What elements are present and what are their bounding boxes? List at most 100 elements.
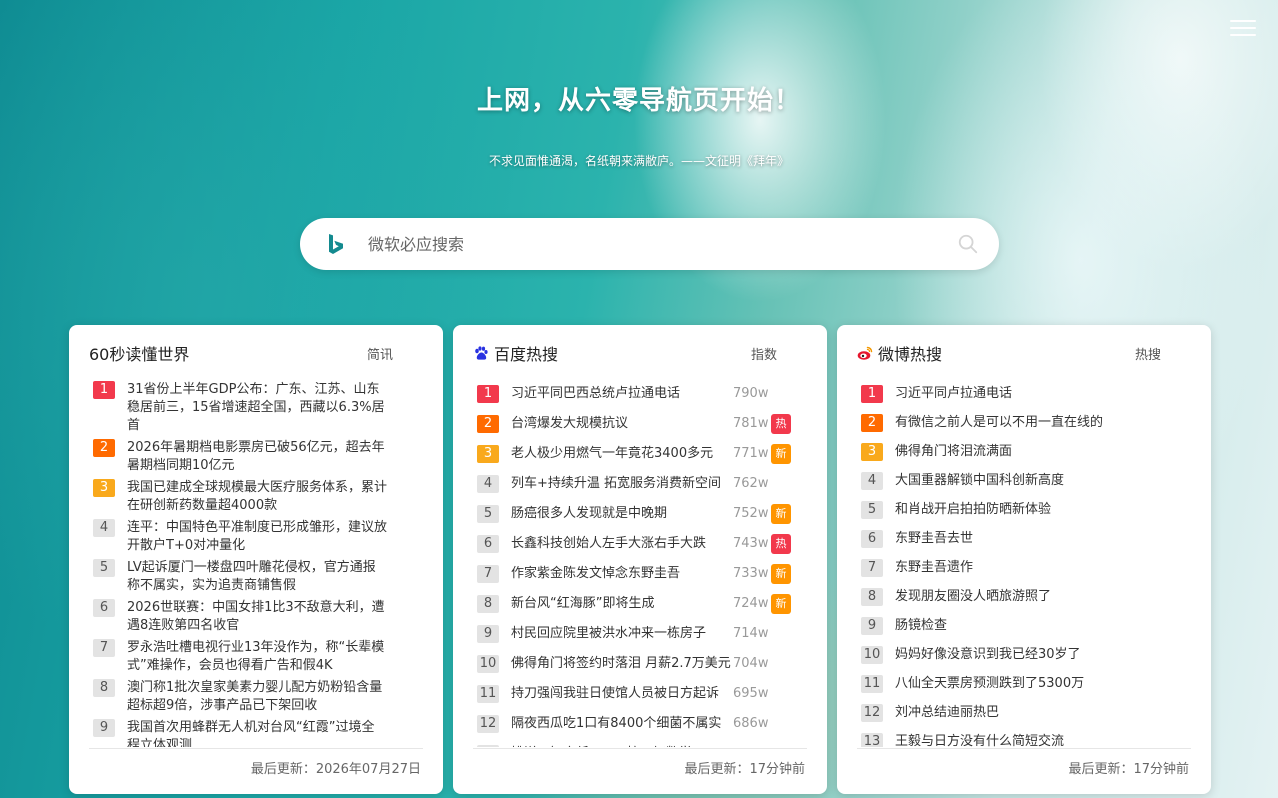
- rank-badge: 8: [93, 679, 115, 697]
- item-title[interactable]: 31省份上半年GDP公布：广东、江苏、山东稳居前三，15省增速超全国，西藏以6.…: [127, 381, 387, 435]
- list-item[interactable]: 1 习近平同卢拉通电话: [857, 379, 1191, 408]
- item-title[interactable]: 姚洋：智商低于150搞不好数学: [511, 745, 733, 748]
- list-item[interactable]: 7 东野圭吾遗作: [857, 553, 1191, 582]
- list-item[interactable]: 5 LV起诉厦门一楼盘四叶雕花侵权，官方通报称不属实，实为追责商铺售假: [89, 557, 423, 597]
- hero-quote: 不求见面惟通渴，名纸朝来满敝庐。——文征明《拜年》: [488, 154, 789, 168]
- item-title[interactable]: 刘冲总结迪丽热巴: [895, 704, 1191, 722]
- item-title[interactable]: 肠癌很多人发现就是中晚期: [511, 505, 733, 523]
- rank-badge: 10: [477, 654, 499, 673]
- heat-value: 686w: [733, 715, 769, 731]
- list-item[interactable]: 5 和肖战开启拍拍防晒新体验: [857, 495, 1191, 524]
- item-title[interactable]: 持刀强闯我驻日使馆人员被日方起诉: [511, 685, 733, 703]
- item-title[interactable]: 隔夜西瓜吃1口有8400个细菌不属实: [511, 715, 733, 733]
- item-title[interactable]: 村民回应院里被洪水冲来一栋房子: [511, 625, 733, 643]
- card-header: 微博热搜 热搜: [857, 325, 1191, 377]
- item-title[interactable]: 罗永浩吐槽电视行业13年没作为，称“长辈模式”难操作，会员也得看广告和假4K: [127, 639, 387, 675]
- item-title[interactable]: 肠镜检查: [895, 617, 1191, 635]
- item-title[interactable]: 我国首次用蜂群无人机对台风“红霞”过境全程立体观测: [127, 719, 387, 747]
- list-item[interactable]: 6 东野圭吾去世: [857, 524, 1191, 553]
- list-item[interactable]: 9 村民回应院里被洪水冲来一栋房子 714w: [473, 619, 807, 649]
- item-title[interactable]: 习近平同卢拉通电话: [895, 385, 1191, 403]
- item-title[interactable]: 长鑫科技创始人左手大涨右手大跌: [511, 535, 733, 553]
- list-item[interactable]: 3 我国已建成全球规模最大医疗服务体系，累计在研创新药数量超4000款: [89, 477, 423, 517]
- rank-badge: 13: [477, 744, 499, 747]
- item-title[interactable]: 大国重器解锁中国科创新高度: [895, 472, 1191, 490]
- heat-value: 704w: [733, 655, 769, 671]
- search-input[interactable]: [368, 234, 947, 254]
- weibo-tag[interactable]: 热搜: [1135, 344, 1161, 363]
- list-item[interactable]: 8 发现朋友圈没人晒旅游照了: [857, 582, 1191, 611]
- rank-badge: 8: [477, 594, 499, 613]
- rank-badge: 7: [93, 639, 115, 657]
- list-item[interactable]: 12 隔夜西瓜吃1口有8400个细菌不属实 686w: [473, 709, 807, 739]
- list-item[interactable]: 8 新台风“红海豚”即将生成 724w 新: [473, 589, 807, 619]
- item-title[interactable]: 佛得角门将泪流满面: [895, 443, 1191, 461]
- news-title: 60秒读懂世界: [89, 345, 190, 364]
- list-item[interactable]: 4 列车+持续升温 拓宽服务消费新空间 762w: [473, 469, 807, 499]
- item-title[interactable]: 老人极少用燃气一年竟花3400多元: [511, 445, 733, 463]
- list-item[interactable]: 2 2026年暑期档电影票房已破56亿元，超去年暑期档同期10亿元: [89, 437, 423, 477]
- list-item[interactable]: 10 妈妈好像没意识到我已经30岁了: [857, 640, 1191, 669]
- item-title[interactable]: 发现朋友圈没人晒旅游照了: [895, 588, 1191, 606]
- list-item[interactable]: 3 老人极少用燃气一年竟花3400多元 771w 新: [473, 439, 807, 469]
- new-badge: 新: [771, 593, 791, 614]
- news-footer: 最后更新：2026年07月27日: [89, 748, 423, 794]
- item-title[interactable]: 作家紫金陈发文悼念东野圭吾: [511, 565, 733, 583]
- item-title[interactable]: 和肖战开启拍拍防晒新体验: [895, 501, 1191, 519]
- rank-badge: 11: [477, 684, 499, 703]
- item-title[interactable]: 台湾爆发大规模抗议: [511, 415, 733, 433]
- list-item[interactable]: 7 罗永浩吐槽电视行业13年没作为，称“长辈模式”难操作，会员也得看广告和假4K: [89, 637, 423, 677]
- list-item[interactable]: 8 澳门称1批次皇家美素力婴儿配方奶粉铅含量超标超9倍，涉事产品已下架回收: [89, 677, 423, 717]
- list-item[interactable]: 1 习近平同巴西总统卢拉通电话 790w: [473, 379, 807, 409]
- search-icon[interactable]: [957, 233, 979, 255]
- news-card: 60秒读懂世界 简讯 1 31省份上半年GDP公布：广东、江苏、山东稳居前三，15…: [69, 325, 443, 794]
- list-item[interactable]: 4 连平：中国特色平准制度已形成雏形，建议放开散户T+0对冲量化: [89, 517, 423, 557]
- item-title[interactable]: 列车+持续升温 拓宽服务消费新空间: [511, 475, 733, 493]
- item-title[interactable]: 2026年暑期档电影票房已破56亿元，超去年暑期档同期10亿元: [127, 439, 387, 475]
- item-title[interactable]: 东野圭吾去世: [895, 530, 1191, 548]
- rank-badge: 9: [861, 616, 883, 635]
- list-item[interactable]: 1 31省份上半年GDP公布：广东、江苏、山东稳居前三，15省增速超全国，西藏以6…: [89, 379, 423, 437]
- list-item[interactable]: 13 姚洋：智商低于150搞不好数学676w: [473, 739, 807, 747]
- list-item[interactable]: 6 2026世联赛：中国女排1比3不敌意大利，遭遇8连败第四名收官: [89, 597, 423, 637]
- rank-badge: 11: [861, 674, 883, 693]
- list-item[interactable]: 7 作家紫金陈发文悼念东野圭吾 733w 新: [473, 559, 807, 589]
- list-item[interactable]: 11 八仙全天票房预测跌到了5300万: [857, 669, 1191, 698]
- item-title[interactable]: LV起诉厦门一楼盘四叶雕花侵权，官方通报称不属实，实为追责商铺售假: [127, 559, 387, 595]
- item-title[interactable]: 东野圭吾遗作: [895, 559, 1191, 577]
- list-item[interactable]: 11 持刀强闯我驻日使馆人员被日方起诉 695w: [473, 679, 807, 709]
- item-title[interactable]: 佛得角门将签约时落泪 月薪2.7万美元: [511, 655, 733, 673]
- item-title[interactable]: 习近平同巴西总统卢拉通电话: [511, 385, 733, 403]
- list-item[interactable]: 2 台湾爆发大规模抗议 781w 热: [473, 409, 807, 439]
- item-title[interactable]: 王毅与日方没有什么简短交流: [895, 733, 1191, 748]
- list-item[interactable]: 10 佛得角门将签约时落泪 月薪2.7万美元 704w: [473, 649, 807, 679]
- list-item[interactable]: 9 肠镜检查: [857, 611, 1191, 640]
- item-title[interactable]: 八仙全天票房预测跌到了5300万: [895, 675, 1191, 693]
- baidu-tag[interactable]: 指数: [751, 344, 777, 363]
- rank-badge: 2: [861, 413, 883, 432]
- list-item[interactable]: 13 王毅与日方没有什么简短交流: [857, 727, 1191, 747]
- list-item[interactable]: 4 大国重器解锁中国科创新高度: [857, 466, 1191, 495]
- rank-badge: 4: [861, 471, 883, 490]
- bing-icon[interactable]: [324, 232, 348, 256]
- heat-value: 695w: [733, 685, 769, 701]
- item-title[interactable]: 澳门称1批次皇家美素力婴儿配方奶粉铅含量超标超9倍，涉事产品已下架回收: [127, 679, 387, 715]
- list-item[interactable]: 2 有微信之前人是可以不用一直在线的: [857, 408, 1191, 437]
- list-item[interactable]: 3 佛得角门将泪流满面: [857, 437, 1191, 466]
- rank-badge: 9: [477, 624, 499, 643]
- menu-icon[interactable]: [1230, 20, 1256, 40]
- item-title[interactable]: 有微信之前人是可以不用一直在线的: [895, 414, 1191, 432]
- item-title[interactable]: 连平：中国特色平准制度已形成雏形，建议放开散户T+0对冲量化: [127, 519, 387, 555]
- list-item[interactable]: 12 刘冲总结迪丽热巴: [857, 698, 1191, 727]
- item-title[interactable]: 妈妈好像没意识到我已经30岁了: [895, 646, 1191, 664]
- item-title[interactable]: 我国已建成全球规模最大医疗服务体系，累计在研创新药数量超4000款: [127, 479, 387, 515]
- list-item[interactable]: 6 长鑫科技创始人左手大涨右手大跌 743w 热: [473, 529, 807, 559]
- rank-badge: 5: [93, 559, 115, 577]
- list-item[interactable]: 5 肠癌很多人发现就是中晚期 752w 新: [473, 499, 807, 529]
- heat-value: 752w: [733, 505, 769, 521]
- rank-badge: 12: [861, 703, 883, 722]
- news-tag[interactable]: 简讯: [367, 344, 393, 363]
- item-title[interactable]: 2026世联赛：中国女排1比3不敌意大利，遭遇8连败第四名收官: [127, 599, 387, 635]
- list-item[interactable]: 9 我国首次用蜂群无人机对台风“红霞”过境全程立体观测: [89, 717, 423, 747]
- item-title[interactable]: 新台风“红海豚”即将生成: [511, 595, 733, 613]
